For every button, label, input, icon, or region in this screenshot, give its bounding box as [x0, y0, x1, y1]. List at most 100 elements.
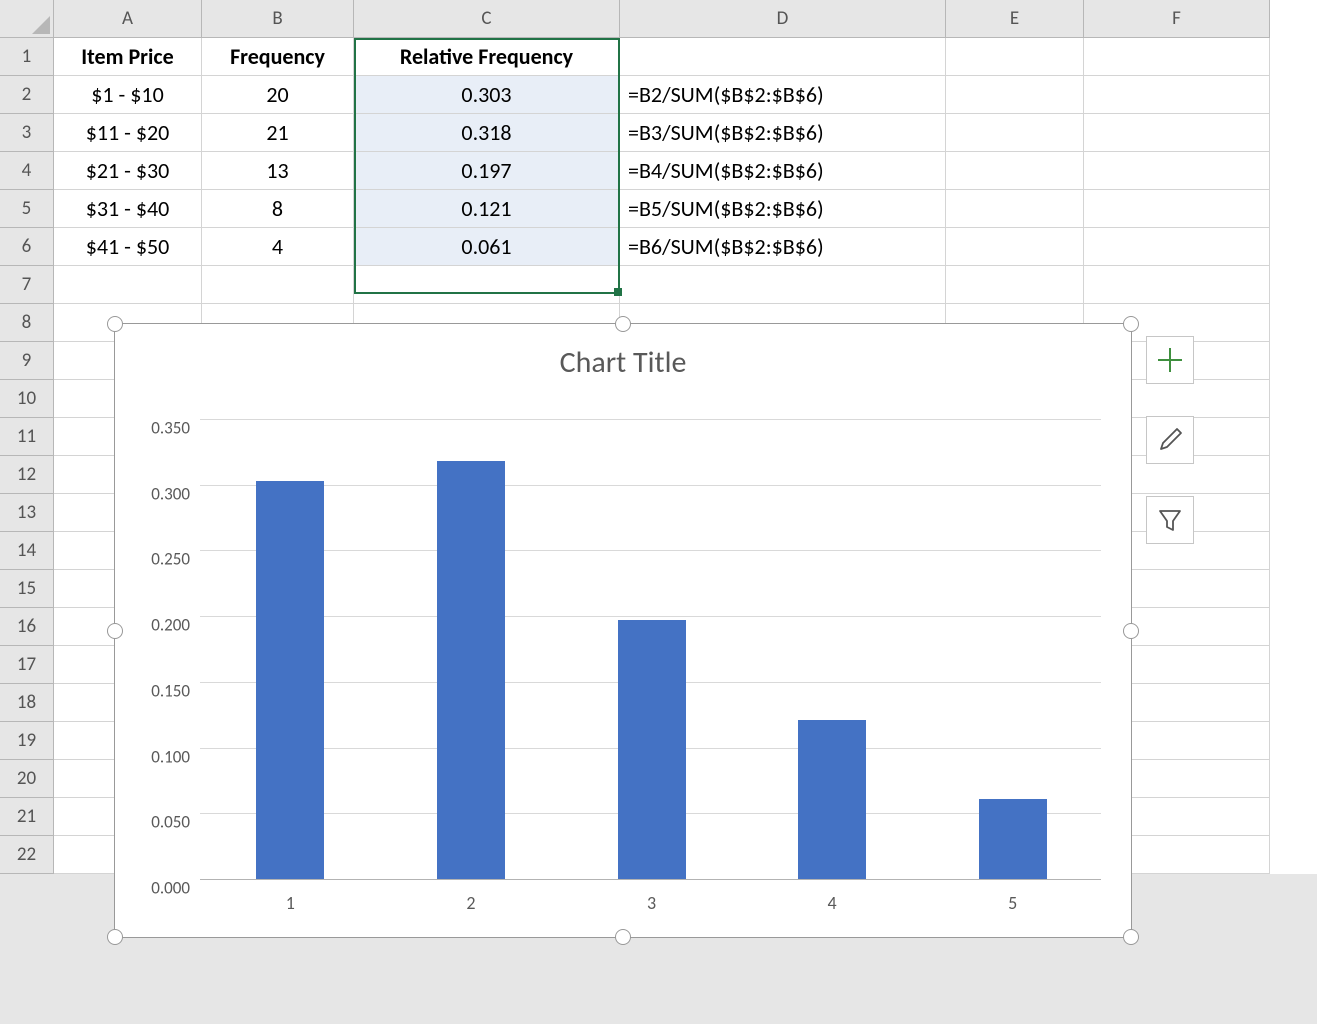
cell-F1[interactable] — [1084, 38, 1270, 76]
cell-F4[interactable] — [1084, 152, 1270, 190]
cell-A5[interactable]: $31 - $40 — [54, 190, 202, 228]
cell-D7[interactable] — [620, 266, 946, 304]
cell-E1[interactable] — [946, 38, 1084, 76]
x-tick-label: 4 — [828, 892, 837, 914]
row-header-13[interactable]: 13 — [0, 494, 54, 532]
row-header-1[interactable]: 1 — [0, 38, 54, 76]
cell-A6[interactable]: $41 - $50 — [54, 228, 202, 266]
chart-handle[interactable] — [1123, 316, 1139, 332]
bar-1[interactable] — [256, 481, 324, 879]
gridline — [200, 485, 1101, 486]
cell-F7[interactable] — [1084, 266, 1270, 304]
chart-handle[interactable] — [615, 929, 631, 945]
gridline — [200, 419, 1101, 420]
chart-handle[interactable] — [1123, 623, 1139, 639]
cell-A4[interactable]: $21 - $30 — [54, 152, 202, 190]
cell-F3[interactable] — [1084, 114, 1270, 152]
cell-E6[interactable] — [946, 228, 1084, 266]
bar-5[interactable] — [979, 799, 1047, 879]
row-header-19[interactable]: 19 — [0, 722, 54, 760]
chart-handle[interactable] — [107, 929, 123, 945]
row-header-14[interactable]: 14 — [0, 532, 54, 570]
cell-F5[interactable] — [1084, 190, 1270, 228]
chart-plot-area[interactable]: 0.0000.0500.1000.1500.2000.2500.3000.350… — [200, 419, 1101, 879]
row-header-6[interactable]: 6 — [0, 228, 54, 266]
cell-E2[interactable] — [946, 76, 1084, 114]
cell-B7[interactable] — [202, 266, 354, 304]
cell-C5[interactable]: 0.121 — [354, 190, 620, 228]
cell-B1[interactable]: Frequency — [202, 38, 354, 76]
col-header-F[interactable]: F — [1084, 0, 1270, 38]
row-header-3[interactable]: 3 — [0, 114, 54, 152]
cell-D1[interactable] — [620, 38, 946, 76]
row-header-2[interactable]: 2 — [0, 76, 54, 114]
chart-styles-button[interactable] — [1146, 416, 1194, 464]
cell-C6[interactable]: 0.061 — [354, 228, 620, 266]
row-header-21[interactable]: 21 — [0, 798, 54, 836]
cell-D6[interactable]: =B6/SUM($B$2:$B$6) — [620, 228, 946, 266]
cell-E7[interactable] — [946, 266, 1084, 304]
cell-A2[interactable]: $1 - $10 — [54, 76, 202, 114]
gridline — [200, 550, 1101, 551]
row-header-16[interactable]: 16 — [0, 608, 54, 646]
row-header-22[interactable]: 22 — [0, 836, 54, 874]
bar-2[interactable] — [437, 461, 505, 879]
y-tick-label: 0.200 — [130, 615, 190, 636]
cell-C4[interactable]: 0.197 — [354, 152, 620, 190]
brush-icon — [1155, 425, 1185, 455]
col-header-D[interactable]: D — [620, 0, 946, 38]
chart-elements-button[interactable] — [1146, 336, 1194, 384]
bar-4[interactable] — [798, 720, 866, 879]
x-tick-label: 1 — [286, 892, 295, 914]
row-header-7[interactable]: 7 — [0, 266, 54, 304]
row-header-10[interactable]: 10 — [0, 380, 54, 418]
cell-E5[interactable] — [946, 190, 1084, 228]
cell-C3[interactable]: 0.318 — [354, 114, 620, 152]
cell-B5[interactable]: 8 — [202, 190, 354, 228]
chart-handle[interactable] — [1123, 929, 1139, 945]
row-header-12[interactable]: 12 — [0, 456, 54, 494]
cell-C1[interactable]: Relative Frequency — [354, 38, 620, 76]
cell-C2[interactable]: 0.303 — [354, 76, 620, 114]
cell-A3[interactable]: $11 - $20 — [54, 114, 202, 152]
row-header-8[interactable]: 8 — [0, 304, 54, 342]
cell-D3[interactable]: =B3/SUM($B$2:$B$6) — [620, 114, 946, 152]
cell-B6[interactable]: 4 — [202, 228, 354, 266]
chart-handle[interactable] — [615, 316, 631, 332]
row-header-5[interactable]: 5 — [0, 190, 54, 228]
row-header-18[interactable]: 18 — [0, 684, 54, 722]
cell-B3[interactable]: 21 — [202, 114, 354, 152]
chart-handle[interactable] — [107, 316, 123, 332]
cell-C7[interactable] — [354, 266, 620, 304]
x-tick-label: 3 — [647, 892, 656, 914]
col-header-A[interactable]: A — [54, 0, 202, 38]
cell-B4[interactable]: 13 — [202, 152, 354, 190]
cell-F2[interactable] — [1084, 76, 1270, 114]
cell-A7[interactable] — [54, 266, 202, 304]
cell-E3[interactable] — [946, 114, 1084, 152]
cell-E4[interactable] — [946, 152, 1084, 190]
cell-B2[interactable]: 20 — [202, 76, 354, 114]
row-header-11[interactable]: 11 — [0, 418, 54, 456]
select-all-corner[interactable] — [0, 0, 54, 38]
bar-3[interactable] — [618, 620, 686, 879]
chart-handle[interactable] — [107, 623, 123, 639]
chart-title[interactable]: Chart Title — [115, 324, 1131, 389]
row-header-17[interactable]: 17 — [0, 646, 54, 684]
col-header-C[interactable]: C — [354, 0, 620, 38]
chart-object[interactable]: Chart Title 0.0000.0500.1000.1500.2000.2… — [114, 323, 1132, 938]
row-header-20[interactable]: 20 — [0, 760, 54, 798]
cell-F6[interactable] — [1084, 228, 1270, 266]
col-header-B[interactable]: B — [202, 0, 354, 38]
col-header-E[interactable]: E — [946, 0, 1084, 38]
cell-D5[interactable]: =B5/SUM($B$2:$B$6) — [620, 190, 946, 228]
filter-icon — [1156, 506, 1184, 534]
row-header-4[interactable]: 4 — [0, 152, 54, 190]
cell-A1[interactable]: Item Price — [54, 38, 202, 76]
row-header-15[interactable]: 15 — [0, 570, 54, 608]
plus-icon — [1156, 346, 1184, 374]
cell-D4[interactable]: =B4/SUM($B$2:$B$6) — [620, 152, 946, 190]
chart-filter-button[interactable] — [1146, 496, 1194, 544]
row-header-9[interactable]: 9 — [0, 342, 54, 380]
cell-D2[interactable]: =B2/SUM($B$2:$B$6) — [620, 76, 946, 114]
